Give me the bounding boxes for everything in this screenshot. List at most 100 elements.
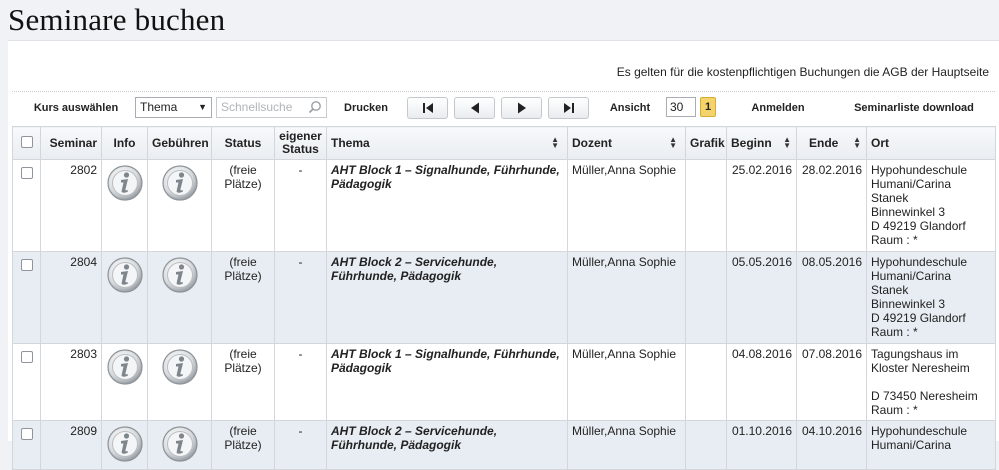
status-text: (freie Plätze) xyxy=(211,251,275,344)
fees-cell[interactable] xyxy=(147,420,212,470)
print-button[interactable]: Drucken xyxy=(335,97,395,119)
table-row[interactable]: 2804 (freie Plätze) - AHT Block 2 – Serv… xyxy=(12,251,996,344)
location-line: Stanek xyxy=(871,283,909,297)
header-theme-label: Thema xyxy=(331,135,370,150)
next-page-icon xyxy=(517,102,526,114)
row-checkbox-cell[interactable] xyxy=(12,343,41,421)
caret-down-icon: ▼ xyxy=(198,102,207,112)
theme-text[interactable]: AHT Block 2 – Servicehunde, Führhunde, P… xyxy=(326,420,568,470)
header-graphic: Grafik xyxy=(685,126,727,160)
location-line: Hypohundeschule xyxy=(871,255,968,269)
table-header-row: Seminar Info Gebühren Status eigener Sta… xyxy=(12,126,996,160)
header-own-status: eigener Status xyxy=(274,126,327,160)
status-text: (freie Plätze) xyxy=(211,420,275,470)
table-row[interactable]: 2809 (freie Plätze) - AHT Block 2 – Serv… xyxy=(12,420,996,470)
sort-icon: ▲ ▼ xyxy=(551,135,559,150)
end-date: 28.02.2016 xyxy=(796,159,867,252)
seminar-id: 2803 xyxy=(40,343,102,421)
theme-text[interactable]: AHT Block 1 – Signalhunde, Führhunde, Pä… xyxy=(326,343,568,421)
row-checkbox[interactable] xyxy=(20,428,33,440)
fees-cell[interactable] xyxy=(147,343,212,421)
row-checkbox-cell[interactable] xyxy=(12,159,41,252)
select-course-button[interactable]: Kurs auswählen xyxy=(24,97,128,119)
location-line: Hypohundeschule xyxy=(871,424,968,438)
header-status: Status xyxy=(211,126,275,160)
location-line: D 49219 Glandorf xyxy=(871,219,966,233)
location-line: Raum : * xyxy=(871,325,918,339)
location-line: D 49219 Glandorf xyxy=(871,311,966,325)
filter-select[interactable]: Thema ▼ xyxy=(135,97,212,118)
seminar-id: 2804 xyxy=(40,251,102,344)
info-cell[interactable] xyxy=(101,159,148,252)
next-page-button[interactable] xyxy=(501,97,542,119)
info-cell[interactable] xyxy=(101,251,148,344)
end-date: 04.10.2016 xyxy=(796,420,867,470)
page-number-badge[interactable]: 1 xyxy=(700,97,716,117)
own-status-text: - xyxy=(274,159,327,252)
graphic-cell xyxy=(685,343,727,421)
prev-page-button[interactable] xyxy=(454,97,495,119)
filter-select-value: Thema xyxy=(140,100,178,114)
fees-info-icon[interactable] xyxy=(161,256,199,294)
agb-notice: Es gelten für die kostenpflichtigen Buch… xyxy=(616,65,989,79)
row-checkbox[interactable] xyxy=(20,259,33,271)
header-info: Info xyxy=(101,126,148,160)
row-checkbox-cell[interactable] xyxy=(12,251,41,344)
select-all-checkbox[interactable] xyxy=(20,135,33,148)
info-cell[interactable] xyxy=(101,343,148,421)
info-icon[interactable] xyxy=(106,256,144,294)
own-status-text: - xyxy=(274,420,327,470)
seminar-table: Seminar Info Gebühren Status eigener Sta… xyxy=(12,126,996,470)
header-theme[interactable]: Thema ▲ ▼ xyxy=(326,126,568,160)
first-page-button[interactable] xyxy=(407,97,448,119)
divider xyxy=(12,91,995,92)
location-line: Humani/Carina xyxy=(871,438,952,452)
view-count-input[interactable]: 30 xyxy=(666,97,696,117)
start-date: 01.10.2016 xyxy=(726,420,797,470)
header-end[interactable]: Ende ▲ ▼ xyxy=(796,126,867,160)
row-checkbox[interactable] xyxy=(20,167,33,179)
row-checkbox-cell[interactable] xyxy=(12,420,41,470)
table-row[interactable]: 2802 (freie Plätze) - AHT Block 1 – Sign… xyxy=(12,159,996,252)
row-checkbox[interactable] xyxy=(20,351,33,363)
location-text: Hypohundeschule Humani/Carina Stanek Binnew… xyxy=(866,159,996,252)
header-lecturer-label: Dozent xyxy=(572,135,612,150)
register-button[interactable]: Anmelden xyxy=(738,97,818,119)
info-icon[interactable] xyxy=(106,348,144,386)
location-text: Hypohundeschule Humani/Carina xyxy=(866,420,996,470)
lecturer-text: Müller,Anna Sophie xyxy=(567,420,686,470)
location-line: Binnewinkel 3 xyxy=(871,205,946,219)
location-line: Tagungshaus im xyxy=(871,347,959,361)
header-start-label: Beginn xyxy=(731,135,772,150)
fees-info-icon[interactable] xyxy=(161,425,199,463)
search-icon[interactable] xyxy=(308,100,322,114)
location-text: Tagungshaus im Kloster Neresheim D 73450 … xyxy=(866,343,996,421)
info-icon[interactable] xyxy=(106,425,144,463)
seminar-id: 2809 xyxy=(40,420,102,470)
page-title: Seminare buchen xyxy=(8,2,226,37)
fees-cell[interactable] xyxy=(147,159,212,252)
theme-text[interactable]: AHT Block 1 – Signalhunde, Führhunde, Pä… xyxy=(326,159,568,252)
fees-cell[interactable] xyxy=(147,251,212,344)
location-line: Stanek xyxy=(871,191,909,205)
info-icon[interactable] xyxy=(106,164,144,202)
header-lecturer[interactable]: Dozent ▲ ▼ xyxy=(567,126,686,160)
seminar-id: 2802 xyxy=(40,159,102,252)
fees-info-icon[interactable] xyxy=(161,348,199,386)
graphic-cell xyxy=(685,251,727,344)
view-label: Ansicht xyxy=(609,102,651,114)
header-seminar[interactable]: Seminar xyxy=(40,126,102,160)
download-list-button[interactable]: Seminarliste download xyxy=(844,97,984,119)
info-cell[interactable] xyxy=(101,420,148,470)
last-page-icon xyxy=(563,103,574,113)
lecturer-text: Müller,Anna Sophie xyxy=(567,159,686,252)
header-select-all[interactable] xyxy=(12,126,41,160)
header-location: Ort xyxy=(866,126,996,160)
fees-info-icon[interactable] xyxy=(161,164,199,202)
location-line: Binnewinkel 3 xyxy=(871,297,946,311)
last-page-button[interactable] xyxy=(548,97,589,119)
theme-text[interactable]: AHT Block 2 – Servicehunde, Führhunde, P… xyxy=(326,251,568,344)
table-row[interactable]: 2803 (freie Plätze) - AHT Block 1 – Sign… xyxy=(12,343,996,421)
quick-search-input[interactable]: Schnellsuche xyxy=(216,97,327,118)
header-start[interactable]: Beginn ▲ ▼ xyxy=(726,126,797,160)
